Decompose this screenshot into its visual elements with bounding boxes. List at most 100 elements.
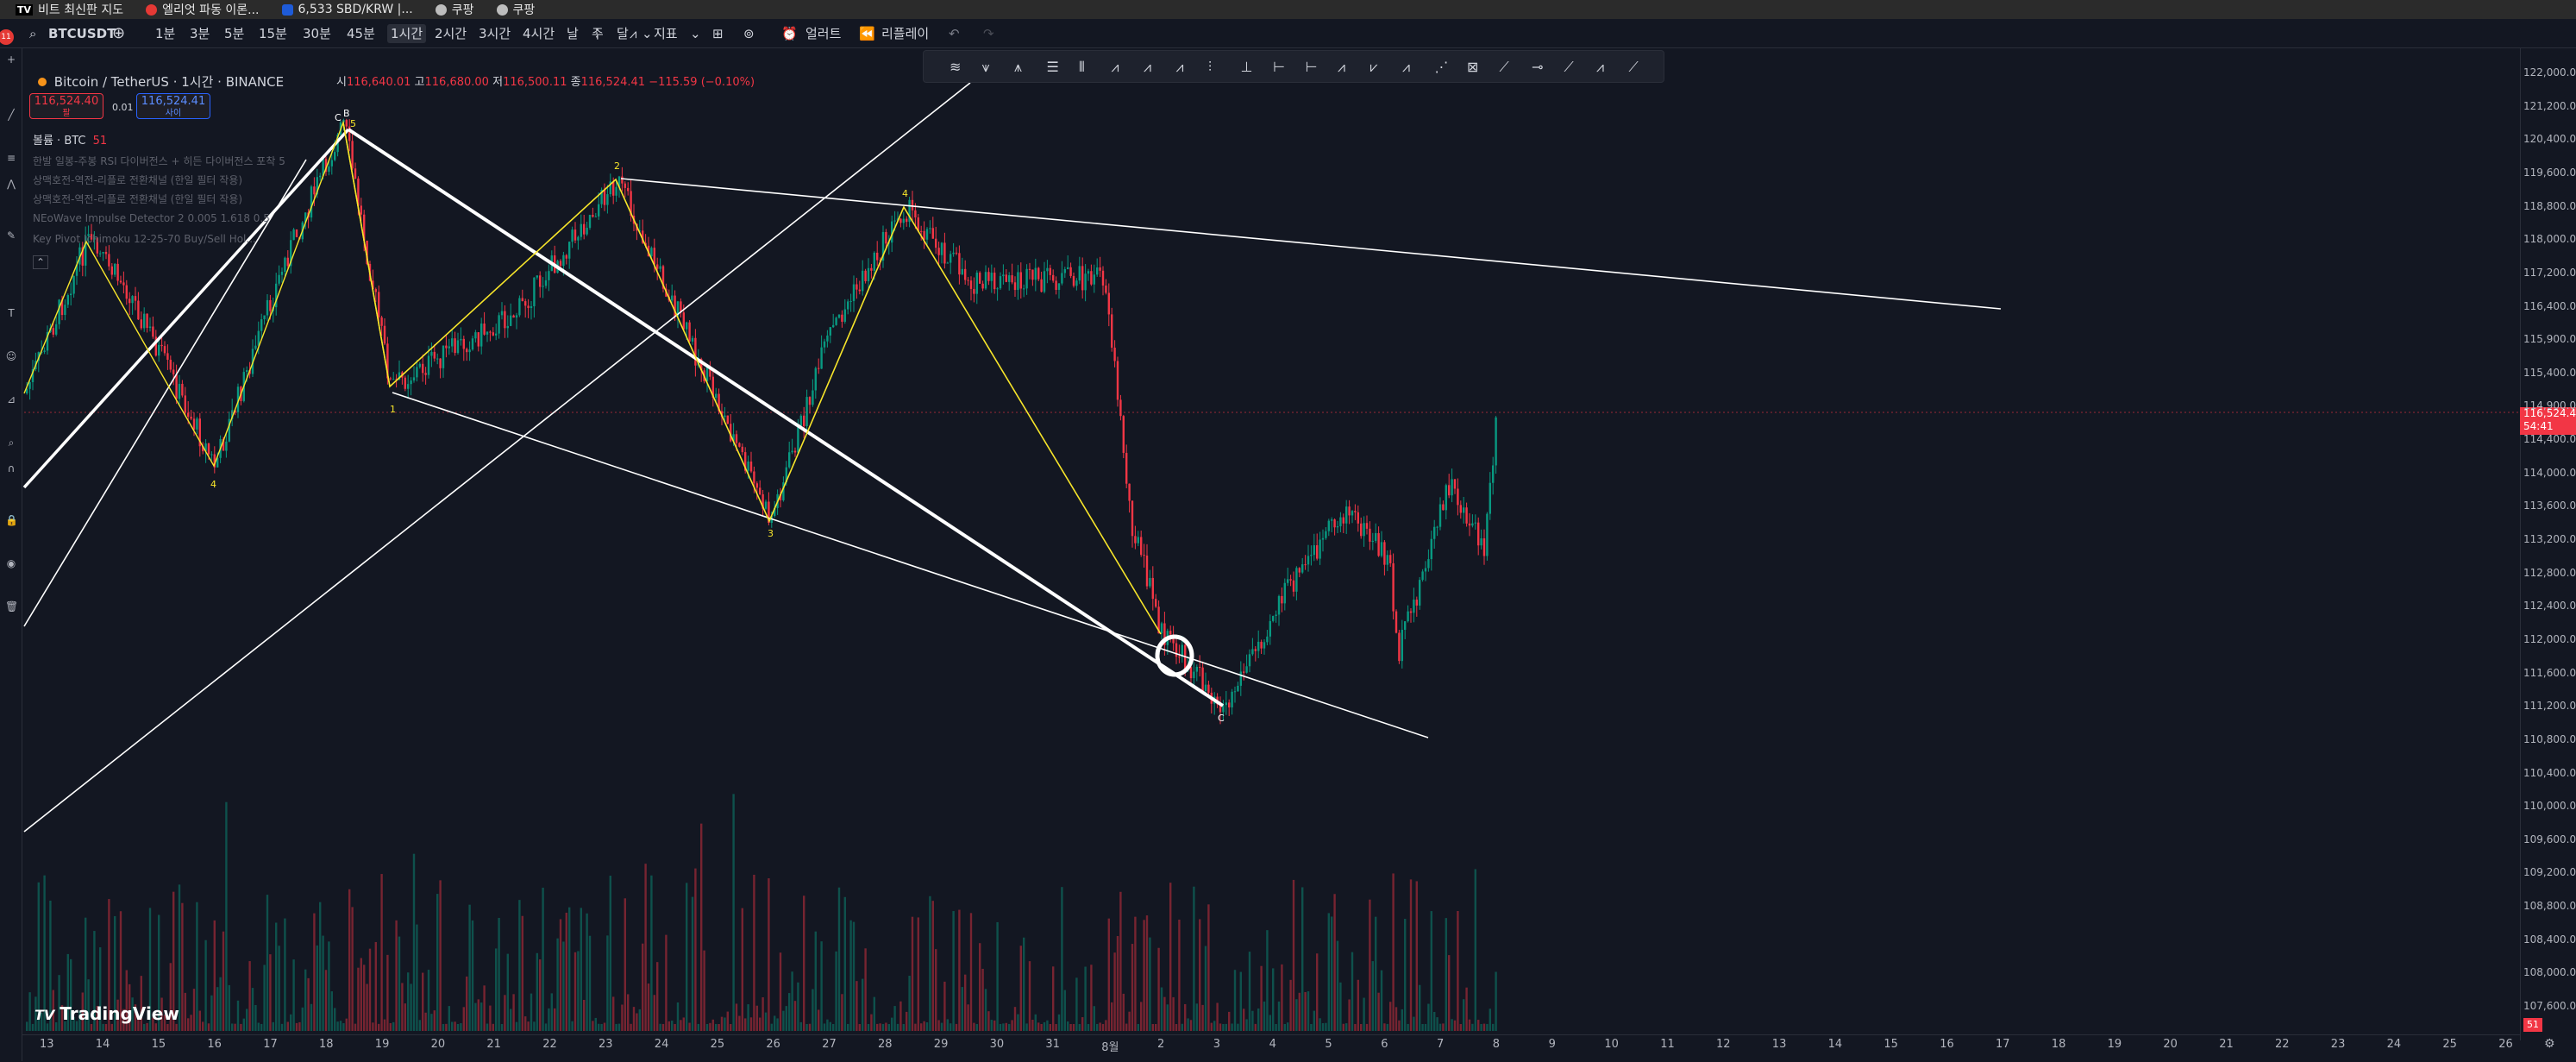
drawing-tool-icon[interactable]: ≋: [950, 59, 967, 76]
drawing-tool-icon[interactable]: ⩛: [982, 59, 1000, 76]
price-chart[interactable]: 5 B C 4 1 2 3 4 C: [0, 0, 2520, 1034]
volume-bar: [257, 1022, 260, 1031]
collapse-legend-icon[interactable]: ⌃: [33, 255, 48, 269]
drawing-tool-icon[interactable]: ⊠: [1467, 59, 1484, 76]
date-tick: 28: [878, 1038, 893, 1051]
drawing-tool-icon[interactable]: ⊸: [1532, 59, 1549, 76]
volume-bar: [1078, 1023, 1081, 1031]
drawing-tool-icon[interactable]: ☰: [1047, 59, 1064, 76]
trendline-lower-support[interactable]: [392, 392, 1429, 738]
volume-bar: [242, 1018, 245, 1031]
candle-body: [958, 253, 961, 275]
highlight-circle[interactable]: [1155, 634, 1194, 677]
volume-bar: [477, 999, 479, 1031]
volume-bar: [893, 1006, 896, 1031]
volume-bar: [26, 1021, 28, 1031]
price-tick: 111,200.00: [2523, 700, 2576, 713]
candle-body: [266, 299, 269, 316]
candle-body: [1128, 483, 1131, 501]
buy-button[interactable]: 116,524.41 사이: [136, 93, 210, 119]
volume-bar: [1281, 964, 1283, 1031]
volume-bar: [805, 1023, 808, 1031]
volume-bar: [278, 946, 280, 1031]
drawing-tool-icon[interactable]: ⩚: [1014, 59, 1031, 76]
drawing-tool-icon[interactable]: ⋰: [1435, 59, 1452, 76]
candle-body: [893, 220, 896, 222]
volume-bar: [1313, 1010, 1315, 1031]
drawing-tool-icon[interactable]: ⫴: [1079, 59, 1096, 76]
drawing-tool-icon[interactable]: ⊢: [1273, 59, 1290, 76]
candle-body: [1096, 267, 1099, 275]
indicator-row-2[interactable]: 상맥호전-역전-리플로 전환채널 (한일 필터 작용): [33, 173, 242, 187]
drawing-tool-icon[interactable]: ⩘: [1596, 59, 1614, 76]
drawing-tool-icon[interactable]: ⟋: [1564, 59, 1582, 76]
volume-bar: [1239, 971, 1242, 1031]
trendline-main-down[interactable]: [347, 128, 1225, 707]
drawing-tool-icon[interactable]: ⊢: [1306, 59, 1323, 76]
drawing-tool-icon[interactable]: ⩘: [1176, 59, 1194, 76]
indicator-row-5[interactable]: Key Pivot Ichimoku 12-25-70 Buy/Sell Hol…: [33, 233, 256, 245]
volume-bar: [832, 1023, 835, 1031]
candle-body: [950, 254, 952, 263]
volume-bar: [770, 1023, 773, 1031]
drawing-tool-icon[interactable]: ⩗: [1370, 59, 1388, 76]
date-tick: 26: [2498, 1038, 2513, 1051]
drawing-tool-icon[interactable]: ⩘: [1338, 59, 1355, 76]
drawing-tool-icon[interactable]: ⟋: [1629, 59, 1646, 76]
volume-bar: [1122, 993, 1125, 1031]
settings-gear-icon[interactable]: ⚙: [2544, 1037, 2555, 1051]
indicator-row-3[interactable]: 상맥호전-역전-리플로 전환채널 (한일 필터 작용): [33, 192, 242, 206]
candle-body: [573, 229, 577, 241]
volume-bar: [747, 1004, 749, 1031]
drawing-tool-icon[interactable]: ⫶: [1208, 59, 1225, 76]
volume-bar: [1292, 879, 1295, 1031]
volume-bar: [1011, 1020, 1013, 1031]
candle-body: [1137, 537, 1139, 544]
volume-bar: [1395, 1007, 1398, 1031]
candle-body: [1438, 504, 1442, 527]
volume-bar: [788, 993, 791, 1031]
candle-body: [1336, 526, 1339, 528]
price-tick: 114,400.00: [2523, 433, 2576, 446]
volume-bar: [1013, 1007, 1017, 1031]
volume-bar: [1457, 910, 1459, 1031]
candle-body: [1424, 568, 1427, 572]
drawing-tool-icon[interactable]: ⩘: [1402, 59, 1420, 76]
drawing-tool-icon[interactable]: ⩘: [1112, 59, 1129, 76]
volume-bar: [1216, 1002, 1219, 1031]
indicator-row-4[interactable]: NEoWave Impulse Detector 2 0.005 1.618 0…: [33, 212, 270, 224]
volume-bar: [738, 1015, 741, 1031]
drawing-tool-icon[interactable]: ⟋: [1500, 59, 1517, 76]
candle-body: [788, 452, 791, 468]
volume-legend[interactable]: 볼륨 · BTC 51: [33, 131, 107, 148]
trendline-left-fan-1[interactable]: [23, 159, 307, 627]
volume-bar: [979, 943, 981, 1031]
symbol-legend[interactable]: Bitcoin / TetherUS · 1시간 · BINANCE: [38, 72, 284, 91]
candle-body: [122, 282, 125, 286]
sell-button[interactable]: 116,524.40 팔: [29, 93, 103, 119]
drawing-tool-icon[interactable]: ⊥: [1241, 59, 1258, 76]
candle-body: [990, 273, 993, 281]
volume-bar: [1163, 996, 1166, 1031]
volume-bar: [1251, 1010, 1254, 1031]
indicator-row-1[interactable]: 한발 일봉-주봉 RSI 다이버전스 + 히든 다이버전스 포착 5: [33, 154, 285, 168]
candle-body: [755, 483, 758, 488]
trendline-upper-resistance[interactable]: [620, 178, 2002, 310]
volume-bar: [642, 943, 644, 1031]
volume-bar: [357, 967, 360, 1031]
candle-body: [1195, 666, 1198, 672]
volume-bar: [867, 1023, 870, 1031]
candle-body: [562, 255, 565, 267]
candle-body: [1131, 500, 1134, 537]
volume-bar: [295, 1022, 298, 1031]
elliott-wave-main[interactable]: [342, 122, 1162, 635]
drawing-tool-icon[interactable]: ⩘: [1144, 59, 1161, 76]
volume-bar: [1125, 1023, 1128, 1031]
volume-bar: [1213, 1021, 1216, 1031]
volume-bar: [448, 1006, 450, 1031]
volume-bar: [1260, 965, 1263, 1031]
volume-bar: [573, 952, 577, 1031]
price-tick: 109,600.00: [2523, 833, 2576, 845]
volume-bar: [366, 983, 368, 1031]
volume-bar: [782, 1010, 785, 1031]
